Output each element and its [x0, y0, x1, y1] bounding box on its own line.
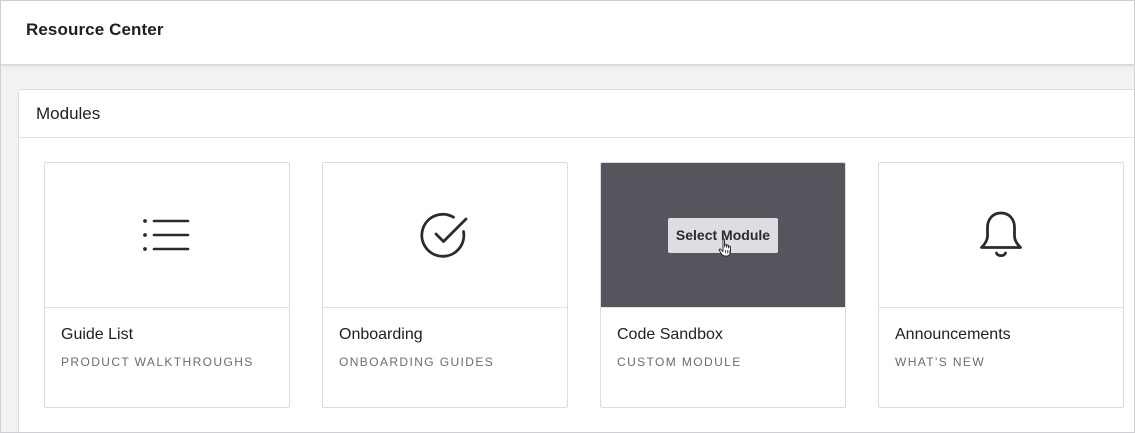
module-name: Announcements: [895, 326, 1011, 343]
top-bar: Resource Center: [1, 1, 1134, 65]
modules-panel: Modules Guide List PRODUCT WALKTHROUGHS: [18, 89, 1134, 432]
module-thumb: [323, 163, 567, 308]
module-subtitle: PRODUCT WALKTHROUGHS: [61, 355, 254, 369]
module-name: Code Sandbox: [617, 326, 723, 343]
module-card-onboarding[interactable]: Onboarding ONBOARDING GUIDES: [322, 162, 568, 408]
modules-panel-header: Modules: [19, 90, 1134, 138]
module-subtitle: ONBOARDING GUIDES: [339, 355, 495, 369]
module-thumb: [45, 163, 289, 308]
module-thumb-hover-overlay: Select Module: [601, 163, 845, 308]
module-card-guide-list[interactable]: Guide List PRODUCT WALKTHROUGHS: [44, 162, 290, 408]
module-subtitle: CUSTOM MODULE: [617, 355, 742, 369]
bell-icon: [980, 211, 1022, 258]
module-card-code-sandbox[interactable]: Select Module Code Sandbox CUSTOM MODULE: [600, 162, 846, 408]
list-icon: [143, 219, 190, 251]
check-circle-icon: [420, 212, 468, 258]
modules-panel-title: Modules: [36, 104, 101, 123]
module-thumb: [879, 163, 1123, 308]
app-frame: Resource Center Modules Guide List PRODU…: [0, 0, 1135, 433]
module-card-announcements[interactable]: Announcements WHAT'S NEW: [878, 162, 1124, 408]
module-name: Onboarding: [339, 326, 423, 343]
module-name: Guide List: [61, 326, 134, 343]
page-title: Resource Center: [26, 20, 164, 39]
hand-pointer-cursor-icon: [718, 238, 731, 257]
module-subtitle: WHAT'S NEW: [895, 355, 986, 369]
